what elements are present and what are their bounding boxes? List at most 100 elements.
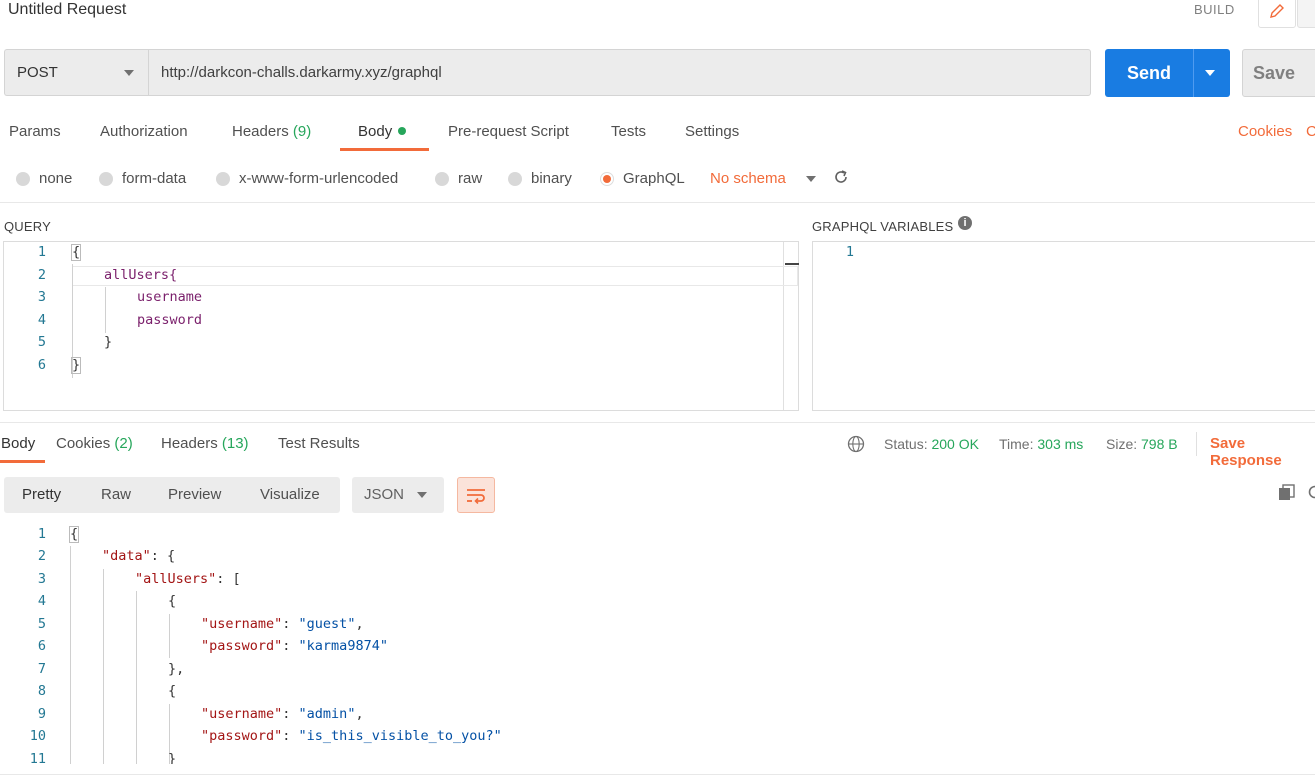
- tab-tests[interactable]: Tests: [611, 123, 646, 140]
- active-tab-indicator: [0, 460, 45, 463]
- line-number: 11: [29, 751, 46, 764]
- method-select[interactable]: POST: [4, 49, 148, 96]
- line-number: 4: [37, 312, 46, 328]
- json-line: 8 {: [0, 683, 1315, 706]
- json-line: 1 {: [0, 526, 1315, 549]
- json-line: 9 "username": "admin",: [0, 706, 1315, 729]
- code-text: username: [137, 289, 203, 305]
- radio-binary[interactable]: binary: [508, 170, 572, 187]
- response-tab-body[interactable]: Body: [1, 435, 35, 452]
- request-title[interactable]: Untitled Request: [8, 0, 126, 20]
- query-editor[interactable]: 1 { 2 allUsers{ 3 username 4 password 5 …: [3, 241, 799, 411]
- response-tab-cookies-count: (2): [114, 435, 133, 452]
- view-raw-button[interactable]: Raw: [101, 486, 131, 503]
- url-value: http://darkcon-challs.darkarmy.xyz/graph…: [161, 64, 442, 81]
- copy-icon[interactable]: [1278, 484, 1296, 505]
- format-chevron-down-icon: [417, 492, 427, 498]
- radio-urlencoded[interactable]: x-www-form-urlencoded: [216, 170, 398, 187]
- json-line: 6 "password": "karma9874": [0, 638, 1315, 661]
- json-line: 11 }: [0, 751, 1315, 764]
- line-number: 4: [37, 593, 46, 609]
- radio-form-data[interactable]: form-data: [99, 170, 186, 187]
- response-tab-cookies[interactable]: Cookies (2): [56, 435, 133, 452]
- code-link[interactable]: C: [1306, 123, 1315, 140]
- code-line: 5 }: [4, 334, 798, 357]
- send-button[interactable]: Send: [1105, 49, 1230, 97]
- comment-button[interactable]: [1297, 0, 1315, 28]
- json-key: "data": [102, 548, 151, 564]
- line-number: 3: [37, 571, 46, 587]
- wrap-lines-icon: [467, 489, 485, 504]
- response-tab-headers-count: (13): [221, 435, 249, 452]
- view-preview-button[interactable]: Preview: [168, 486, 221, 503]
- tab-prerequest-script[interactable]: Pre-request Script: [448, 123, 569, 140]
- tab-body[interactable]: Body: [358, 123, 407, 140]
- response-size[interactable]: Size: 798 B: [1106, 436, 1178, 452]
- response-time[interactable]: Time: 303 ms: [999, 436, 1083, 452]
- response-tab-cookies-label: Cookies: [56, 435, 111, 452]
- build-mode-label[interactable]: BUILD: [1194, 2, 1235, 17]
- search-icon[interactable]: [1307, 484, 1315, 505]
- save-response-button[interactable]: Save Response: [1210, 435, 1315, 469]
- radio-circle-icon: [508, 171, 522, 186]
- tab-headers-label: Headers: [232, 123, 289, 140]
- response-tab-test-results[interactable]: Test Results: [278, 435, 360, 452]
- section-divider: [0, 202, 1315, 203]
- schema-chevron-down-icon[interactable]: [806, 176, 816, 182]
- edit-button[interactable]: [1258, 0, 1296, 28]
- radio-circle-icon: [16, 171, 30, 186]
- json-text: }: [168, 751, 177, 764]
- tab-authorization[interactable]: Authorization: [100, 123, 188, 140]
- response-status[interactable]: Status: 200 OK: [884, 436, 979, 452]
- tab-headers[interactable]: Headers (9): [232, 123, 311, 140]
- line-number: 2: [37, 548, 46, 564]
- code-line: 1: [813, 244, 1315, 267]
- code-text: }: [104, 334, 113, 350]
- tab-params[interactable]: Params: [9, 123, 61, 140]
- json-line: 5 "username": "guest",: [0, 616, 1315, 639]
- cookies-link[interactable]: Cookies: [1238, 123, 1292, 140]
- radio-raw[interactable]: raw: [435, 170, 482, 187]
- save-button[interactable]: Save: [1242, 49, 1315, 97]
- json-punct: ,: [355, 616, 364, 632]
- line-number: 6: [37, 357, 46, 373]
- json-text: },: [168, 661, 185, 677]
- json-key: "allUsers": [135, 571, 217, 587]
- response-tab-headers[interactable]: Headers (13): [161, 435, 249, 452]
- send-dropdown-icon[interactable]: [1205, 70, 1215, 76]
- wrap-lines-button[interactable]: [457, 477, 495, 513]
- refresh-icon[interactable]: [832, 168, 850, 189]
- radio-circle-icon: [99, 171, 113, 186]
- format-select[interactable]: JSON: [352, 477, 444, 513]
- globe-icon[interactable]: [847, 435, 865, 456]
- variables-editor[interactable]: 1: [812, 241, 1315, 411]
- json-key: "password": [201, 728, 283, 744]
- json-line: 4 {: [0, 593, 1315, 616]
- radio-graphql[interactable]: GraphQL: [600, 170, 685, 187]
- view-pretty-button[interactable]: Pretty: [22, 486, 61, 503]
- tab-headers-count: (9): [292, 123, 312, 140]
- tab-settings[interactable]: Settings: [685, 123, 739, 140]
- url-input[interactable]: http://darkcon-challs.darkarmy.xyz/graph…: [148, 49, 1091, 96]
- radio-none-label: none: [39, 170, 73, 187]
- radio-none[interactable]: none: [16, 170, 72, 187]
- code-line: 3 username: [4, 289, 798, 312]
- radio-circle-icon: [435, 171, 449, 186]
- size-label: Size:: [1106, 436, 1138, 452]
- json-punct: :: [282, 638, 299, 654]
- code-text: {: [71, 244, 82, 261]
- json-line: 7 },: [0, 661, 1315, 684]
- schema-select[interactable]: No schema: [710, 170, 786, 187]
- json-punct: : [: [216, 571, 241, 587]
- size-value: 798 B: [1141, 436, 1178, 452]
- info-icon[interactable]: i: [958, 216, 972, 230]
- status-value: 200 OK: [931, 436, 979, 452]
- json-value: "admin": [298, 706, 356, 722]
- response-body-viewer[interactable]: 1 { 2 "data": { 3 "allUsers": [ 4 { 5 "u…: [0, 524, 1315, 764]
- chevron-down-icon: [124, 70, 134, 76]
- line-number: 1: [37, 244, 46, 260]
- view-visualize-button[interactable]: Visualize: [260, 486, 320, 503]
- json-text: {: [168, 593, 177, 609]
- json-line: 2 "data": {: [0, 548, 1315, 571]
- send-divider: [1193, 49, 1194, 97]
